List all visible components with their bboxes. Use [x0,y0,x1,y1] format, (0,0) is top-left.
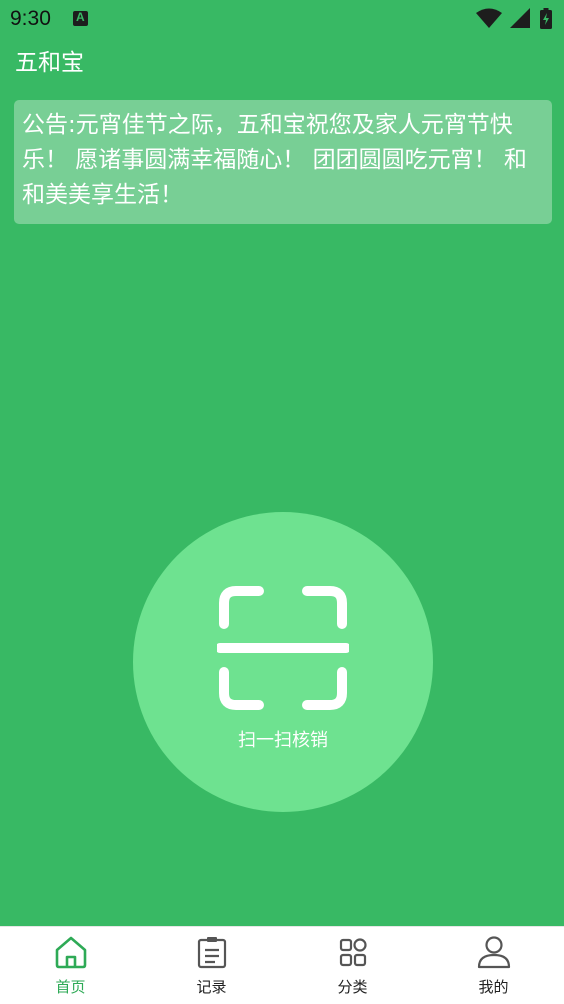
grid-icon [339,938,367,967]
scan-button[interactable]: 扫一扫核销 [133,512,433,812]
bottom-tab-bar: 首页 记录 分类 我的 [0,926,564,1004]
scan-icon [217,586,349,710]
tab-records[interactable]: 记录 [141,927,282,1004]
tab-mine-label: 我的 [478,978,509,996]
a-notification-icon [73,10,88,26]
page-title: 五和宝 [15,50,84,76]
tab-categories[interactable]: 分类 [282,927,423,1004]
signal-icon [510,8,530,28]
tab-home[interactable]: 首页 [0,927,141,1004]
announcement-banner: 公告:元宵佳节之际，五和宝祝您及家人元宵节快乐！ 愿诸事圆满幸福随心！ 团团圆圆… [14,100,552,224]
tab-mine[interactable]: 我的 [423,927,564,1004]
battery-charging-icon [540,8,552,29]
status-time: 9:30 [10,7,51,30]
user-icon [477,936,510,969]
status-bar: 9:30 [0,0,564,38]
tab-home-label: 首页 [55,978,86,996]
home-icon [55,936,86,969]
wifi-icon [476,8,502,28]
tab-records-label: 记录 [196,978,227,996]
clipboard-icon [197,937,226,969]
scan-label: 扫一扫核销 [238,730,328,751]
tab-categories-label: 分类 [337,978,368,996]
